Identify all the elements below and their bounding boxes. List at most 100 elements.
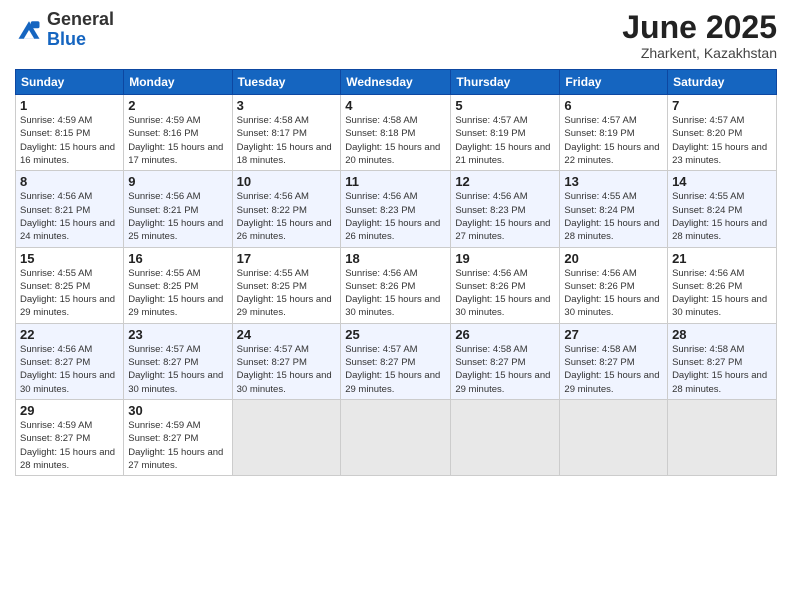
- day-info: Sunrise: 4:58 AMSunset: 8:27 PMDaylight:…: [564, 343, 663, 396]
- day-number: 7: [672, 98, 772, 113]
- day-info: Sunrise: 4:57 AMSunset: 8:27 PMDaylight:…: [128, 343, 227, 396]
- day-info: Sunrise: 4:58 AMSunset: 8:27 PMDaylight:…: [672, 343, 772, 396]
- day-info: Sunrise: 4:56 AMSunset: 8:23 PMDaylight:…: [345, 190, 446, 243]
- calendar-cell: 4Sunrise: 4:58 AMSunset: 8:18 PMDaylight…: [341, 95, 451, 171]
- calendar-cell: [560, 399, 668, 475]
- day-info: Sunrise: 4:57 AMSunset: 8:19 PMDaylight:…: [564, 114, 663, 167]
- day-number: 25: [345, 327, 446, 342]
- day-number: 23: [128, 327, 227, 342]
- day-number: 16: [128, 251, 227, 266]
- day-number: 5: [455, 98, 555, 113]
- calendar-cell: 22Sunrise: 4:56 AMSunset: 8:27 PMDayligh…: [16, 323, 124, 399]
- calendar-cell: 18Sunrise: 4:56 AMSunset: 8:26 PMDayligh…: [341, 247, 451, 323]
- day-number: 12: [455, 174, 555, 189]
- day-number: 22: [20, 327, 119, 342]
- title-block: June 2025 Zharkent, Kazakhstan: [622, 10, 777, 61]
- day-info: Sunrise: 4:55 AMSunset: 8:25 PMDaylight:…: [237, 267, 337, 320]
- day-number: 29: [20, 403, 119, 418]
- day-info: Sunrise: 4:56 AMSunset: 8:21 PMDaylight:…: [20, 190, 119, 243]
- day-number: 17: [237, 251, 337, 266]
- day-number: 15: [20, 251, 119, 266]
- day-info: Sunrise: 4:56 AMSunset: 8:26 PMDaylight:…: [345, 267, 446, 320]
- calendar-cell: 3Sunrise: 4:58 AMSunset: 8:17 PMDaylight…: [232, 95, 341, 171]
- day-number: 11: [345, 174, 446, 189]
- day-number: 9: [128, 174, 227, 189]
- day-number: 2: [128, 98, 227, 113]
- weekday-header-thursday: Thursday: [451, 70, 560, 95]
- calendar-body: 1Sunrise: 4:59 AMSunset: 8:15 PMDaylight…: [16, 95, 777, 476]
- day-number: 14: [672, 174, 772, 189]
- calendar-cell: 21Sunrise: 4:56 AMSunset: 8:26 PMDayligh…: [668, 247, 777, 323]
- calendar-cell: 28Sunrise: 4:58 AMSunset: 8:27 PMDayligh…: [668, 323, 777, 399]
- day-number: 30: [128, 403, 227, 418]
- calendar-cell: 20Sunrise: 4:56 AMSunset: 8:26 PMDayligh…: [560, 247, 668, 323]
- calendar-cell: 24Sunrise: 4:57 AMSunset: 8:27 PMDayligh…: [232, 323, 341, 399]
- day-info: Sunrise: 4:56 AMSunset: 8:21 PMDaylight:…: [128, 190, 227, 243]
- day-number: 13: [564, 174, 663, 189]
- calendar-cell: 12Sunrise: 4:56 AMSunset: 8:23 PMDayligh…: [451, 171, 560, 247]
- month-title: June 2025: [622, 10, 777, 45]
- calendar-cell: [341, 399, 451, 475]
- day-info: Sunrise: 4:55 AMSunset: 8:25 PMDaylight:…: [128, 267, 227, 320]
- page: General Blue June 2025 Zharkent, Kazakhs…: [0, 0, 792, 612]
- day-info: Sunrise: 4:59 AMSunset: 8:16 PMDaylight:…: [128, 114, 227, 167]
- logo-blue-text: Blue: [47, 29, 86, 49]
- day-info: Sunrise: 4:55 AMSunset: 8:24 PMDaylight:…: [564, 190, 663, 243]
- calendar-cell: 6Sunrise: 4:57 AMSunset: 8:19 PMDaylight…: [560, 95, 668, 171]
- calendar-cell: 16Sunrise: 4:55 AMSunset: 8:25 PMDayligh…: [124, 247, 232, 323]
- calendar: SundayMondayTuesdayWednesdayThursdayFrid…: [15, 69, 777, 476]
- header: General Blue June 2025 Zharkent, Kazakhs…: [15, 10, 777, 61]
- calendar-week-row: 22Sunrise: 4:56 AMSunset: 8:27 PMDayligh…: [16, 323, 777, 399]
- calendar-cell: 27Sunrise: 4:58 AMSunset: 8:27 PMDayligh…: [560, 323, 668, 399]
- logo-text: General Blue: [47, 10, 114, 50]
- day-info: Sunrise: 4:57 AMSunset: 8:19 PMDaylight:…: [455, 114, 555, 167]
- calendar-week-row: 15 Sunrise: 4:55 AMSunset: 8:25 PMDayligh…: [16, 247, 777, 323]
- day-number: 19: [455, 251, 555, 266]
- day-info: Sunrise: 4:56 AMSunset: 8:27 PMDaylight:…: [20, 343, 119, 396]
- calendar-cell: 8Sunrise: 4:56 AMSunset: 8:21 PMDaylight…: [16, 171, 124, 247]
- calendar-cell: 11Sunrise: 4:56 AMSunset: 8:23 PMDayligh…: [341, 171, 451, 247]
- calendar-cell: 1Sunrise: 4:59 AMSunset: 8:15 PMDaylight…: [16, 95, 124, 171]
- day-number: 10: [237, 174, 337, 189]
- calendar-cell: 26Sunrise: 4:58 AMSunset: 8:27 PMDayligh…: [451, 323, 560, 399]
- day-info: Sunrise: 4:58 AMSunset: 8:18 PMDaylight:…: [345, 114, 446, 167]
- calendar-week-row: 1Sunrise: 4:59 AMSunset: 8:15 PMDaylight…: [16, 95, 777, 171]
- day-info: Sunrise: 4:56 AMSunset: 8:26 PMDaylight:…: [672, 267, 772, 320]
- calendar-cell: [451, 399, 560, 475]
- calendar-cell: 19Sunrise: 4:56 AMSunset: 8:26 PMDayligh…: [451, 247, 560, 323]
- calendar-cell: [232, 399, 341, 475]
- weekday-header-tuesday: Tuesday: [232, 70, 341, 95]
- calendar-cell: 23Sunrise: 4:57 AMSunset: 8:27 PMDayligh…: [124, 323, 232, 399]
- logo: General Blue: [15, 10, 114, 50]
- day-number: 28: [672, 327, 772, 342]
- calendar-cell: 14Sunrise: 4:55 AMSunset: 8:24 PMDayligh…: [668, 171, 777, 247]
- day-info: Sunrise: 4:56 AMSunset: 8:22 PMDaylight:…: [237, 190, 337, 243]
- calendar-cell: 30Sunrise: 4:59 AMSunset: 8:27 PMDayligh…: [124, 399, 232, 475]
- day-number: 21: [672, 251, 772, 266]
- day-number: 20: [564, 251, 663, 266]
- day-info: Sunrise: 4:58 AMSunset: 8:17 PMDaylight:…: [237, 114, 337, 167]
- day-number: 26: [455, 327, 555, 342]
- day-info: Sunrise: 4:56 AMSunset: 8:26 PMDaylight:…: [455, 267, 555, 320]
- calendar-header-row: SundayMondayTuesdayWednesdayThursdayFrid…: [16, 70, 777, 95]
- calendar-cell: 2Sunrise: 4:59 AMSunset: 8:16 PMDaylight…: [124, 95, 232, 171]
- day-info: Sunrise: 4:58 AMSunset: 8:27 PMDaylight:…: [455, 343, 555, 396]
- day-number: 4: [345, 98, 446, 113]
- calendar-cell: 25Sunrise: 4:57 AMSunset: 8:27 PMDayligh…: [341, 323, 451, 399]
- calendar-cell: 5Sunrise: 4:57 AMSunset: 8:19 PMDaylight…: [451, 95, 560, 171]
- day-number: 18: [345, 251, 446, 266]
- location: Zharkent, Kazakhstan: [622, 45, 777, 61]
- calendar-cell: 10Sunrise: 4:56 AMSunset: 8:22 PMDayligh…: [232, 171, 341, 247]
- day-info: Sunrise: 4:59 AMSunset: 8:15 PMDaylight:…: [20, 114, 119, 167]
- calendar-cell: [668, 399, 777, 475]
- weekday-header-monday: Monday: [124, 70, 232, 95]
- day-info: Sunrise: 4:57 AMSunset: 8:20 PMDaylight:…: [672, 114, 772, 167]
- day-info: Sunrise: 4:57 AMSunset: 8:27 PMDaylight:…: [237, 343, 337, 396]
- calendar-cell: 13Sunrise: 4:55 AMSunset: 8:24 PMDayligh…: [560, 171, 668, 247]
- calendar-cell: 7Sunrise: 4:57 AMSunset: 8:20 PMDaylight…: [668, 95, 777, 171]
- day-number: 8: [20, 174, 119, 189]
- calendar-cell: 15Sunrise: 4:55 AMSunset: 8:25 PMDayligh…: [16, 247, 124, 323]
- day-info: Sunrise: 4:55 AMSunset: 8:24 PMDaylight:…: [672, 190, 772, 243]
- weekday-header-sunday: Sunday: [16, 70, 124, 95]
- logo-general-text: General: [47, 9, 114, 29]
